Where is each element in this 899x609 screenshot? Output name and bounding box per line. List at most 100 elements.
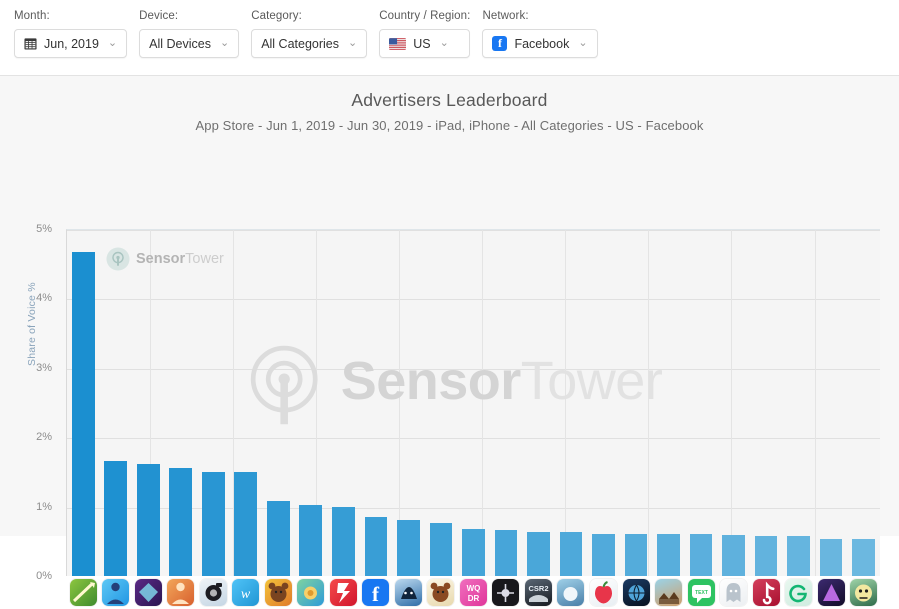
bar-slot bbox=[392, 229, 425, 576]
bar-slot bbox=[360, 229, 393, 576]
dark-fantasy-game-icon[interactable] bbox=[134, 579, 162, 606]
bar-slot bbox=[295, 229, 328, 576]
bar-slot bbox=[132, 229, 165, 576]
app-icon-slot: WQ DR bbox=[457, 579, 490, 606]
y-axis-tick: 1% bbox=[36, 500, 52, 513]
bar[interactable] bbox=[299, 505, 323, 576]
chevron-down-icon: ⌄ bbox=[219, 37, 230, 49]
app-icon-slot bbox=[815, 579, 848, 606]
music-note-app-icon[interactable] bbox=[752, 579, 780, 606]
green-g-app-icon[interactable] bbox=[785, 579, 813, 606]
filter-country: Country / Region: US ⌄ bbox=[379, 10, 471, 58]
month-dropdown[interactable]: Jun, 2019 ⌄ bbox=[14, 29, 128, 58]
category-dropdown[interactable]: All Categories ⌄ bbox=[251, 29, 368, 58]
filter-country-label: Country / Region: bbox=[379, 10, 471, 22]
app-icon-slot bbox=[750, 579, 783, 606]
app-icon-slot bbox=[587, 579, 620, 606]
app-icon-slot bbox=[555, 579, 588, 606]
wolf-game-icon[interactable] bbox=[394, 579, 422, 606]
app-icon-slot bbox=[490, 579, 523, 606]
bar[interactable] bbox=[624, 533, 648, 576]
bar-slot bbox=[100, 229, 133, 576]
bar-slot bbox=[165, 229, 198, 576]
app-icon-slot bbox=[165, 579, 198, 606]
golf-game-icon[interactable] bbox=[557, 579, 585, 606]
bar[interactable] bbox=[787, 536, 810, 576]
bear-game-icon[interactable] bbox=[264, 579, 292, 606]
archery-game-icon[interactable] bbox=[69, 579, 97, 606]
bar[interactable] bbox=[852, 539, 875, 576]
bar[interactable] bbox=[364, 517, 388, 576]
bar-slot bbox=[490, 229, 523, 576]
bar-slot bbox=[620, 229, 653, 576]
y-axis-title: Share of Voice % bbox=[26, 282, 38, 366]
filter-device: Device: All Devices ⌄ bbox=[139, 10, 240, 58]
bar[interactable] bbox=[169, 467, 193, 576]
app-icon-slot bbox=[262, 579, 295, 606]
fruit-app-icon[interactable] bbox=[590, 579, 617, 606]
chevron-down-icon: ⌄ bbox=[348, 37, 358, 49]
bar-slot bbox=[197, 229, 230, 576]
bar[interactable] bbox=[559, 532, 583, 576]
filter-month-label: Month: bbox=[14, 10, 50, 22]
app-icon-slot bbox=[132, 579, 165, 606]
bar-slot bbox=[262, 229, 295, 576]
bar[interactable] bbox=[657, 534, 680, 576]
filter-month: Month: Jun, 2019 ⌄ bbox=[14, 10, 128, 58]
device-dropdown[interactable]: All Devices ⌄ bbox=[139, 29, 240, 58]
bar[interactable] bbox=[819, 538, 843, 576]
us-flag-icon bbox=[389, 37, 407, 50]
bar[interactable] bbox=[201, 471, 225, 576]
bar[interactable] bbox=[71, 251, 95, 576]
svg-text:f: f bbox=[372, 582, 380, 606]
bar[interactable] bbox=[689, 534, 713, 576]
chevron-down-icon: ⌄ bbox=[107, 37, 118, 49]
zombie-game-icon[interactable] bbox=[850, 579, 878, 606]
bar[interactable] bbox=[494, 529, 518, 576]
bar-slot bbox=[230, 229, 263, 576]
globe-game-icon[interactable] bbox=[622, 579, 650, 606]
bar[interactable] bbox=[234, 471, 258, 576]
y-axis: 0% 1% 2% 3% 4% 5% bbox=[0, 223, 60, 583]
textnow-icon[interactable]: TEXT bbox=[687, 579, 715, 606]
bar[interactable] bbox=[266, 501, 290, 576]
farm-game-icon[interactable] bbox=[297, 579, 325, 606]
bar[interactable] bbox=[754, 536, 778, 576]
bar-slot bbox=[327, 229, 360, 576]
y-axis-tick: 5% bbox=[36, 223, 52, 235]
bar-slot bbox=[522, 229, 555, 576]
facebook-icon: f bbox=[492, 36, 508, 51]
network-dropdown[interactable]: f Facebook ⌄ bbox=[482, 29, 598, 58]
bar[interactable] bbox=[722, 535, 745, 576]
messenger-icon[interactable] bbox=[329, 579, 357, 606]
business-tycoon-icon[interactable] bbox=[102, 579, 130, 606]
prism-app-icon[interactable] bbox=[817, 579, 845, 606]
bar[interactable] bbox=[397, 520, 420, 576]
bar-slot bbox=[587, 229, 620, 576]
village-game-icon[interactable] bbox=[655, 579, 683, 606]
bar[interactable] bbox=[136, 464, 160, 576]
app-icon-slot bbox=[327, 579, 360, 606]
adventure-character-icon[interactable] bbox=[167, 579, 195, 606]
app-icon-slot: CSR2 bbox=[522, 579, 555, 606]
country-dropdown[interactable]: US ⌄ bbox=[379, 29, 471, 58]
black-action-game-icon[interactable] bbox=[492, 579, 520, 606]
bar[interactable] bbox=[592, 533, 615, 576]
bar[interactable] bbox=[104, 460, 128, 576]
filter-device-label: Device: bbox=[139, 10, 179, 22]
ghost-app-icon[interactable] bbox=[720, 579, 748, 606]
beige-animal-game-icon[interactable] bbox=[427, 579, 455, 606]
y-axis-tick: 3% bbox=[36, 361, 52, 374]
chevron-down-icon: ⌄ bbox=[578, 37, 588, 49]
filter-category: Category: All Categories ⌄ bbox=[251, 10, 368, 58]
calendar-icon bbox=[24, 38, 37, 50]
csr2-racing-icon[interactable]: CSR2 bbox=[524, 579, 552, 606]
bar[interactable] bbox=[429, 523, 453, 576]
facebook-icon[interactable]: f bbox=[362, 579, 390, 606]
bar[interactable] bbox=[527, 532, 550, 576]
bar[interactable] bbox=[332, 507, 355, 576]
camera-app-icon[interactable] bbox=[199, 579, 227, 606]
word-puzzle-icon[interactable]: WQ DR bbox=[459, 579, 487, 606]
wish-shopping-icon[interactable]: w bbox=[232, 579, 260, 606]
svg-text:WQ: WQ bbox=[467, 584, 481, 593]
